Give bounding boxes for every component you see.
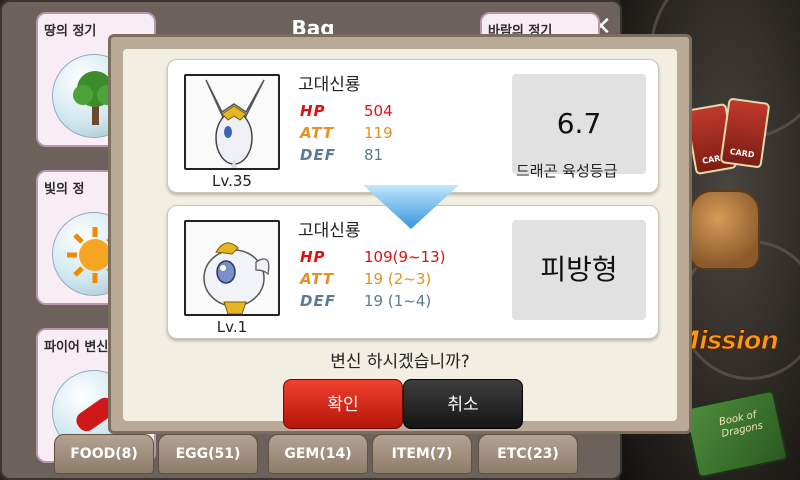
card-menu-button[interactable]: CARD CARD	[684, 97, 771, 180]
arrow-down-icon	[363, 185, 459, 229]
bag-tabs: FOOD(8) EGG(51) GEM(14) ITEM(7) ETC(23)	[54, 434, 584, 474]
current-dragon-card: Lv.35 고대신룡 HP 504 ATT 119 DEF 81 6.7 드래곤…	[167, 59, 659, 193]
dragon-type-box: 피방형	[512, 220, 646, 320]
tab-gem[interactable]: GEM(14)	[268, 434, 368, 474]
result-def: 19 (1~4)	[364, 292, 432, 310]
hp-label: HP	[300, 102, 326, 120]
tab-food[interactable]: FOOD(8)	[54, 434, 154, 474]
confirm-question: 변신 하시겠습니까?	[330, 352, 470, 372]
dragon-type-value: 피방형	[540, 253, 618, 286]
current-att: 119	[364, 124, 393, 142]
result-level: Lv.1	[216, 318, 248, 336]
def-label: DEF	[300, 292, 336, 310]
tab-etc[interactable]: ETC(23)	[478, 434, 578, 474]
def-label: DEF	[300, 146, 336, 164]
transform-dialog: Lv.35 고대신룡 HP 504 ATT 119 DEF 81 6.7 드래곤…	[108, 34, 692, 434]
book-label: Book of Dragons	[718, 409, 764, 440]
dialog-body: Lv.35 고대신룡 HP 504 ATT 119 DEF 81 6.7 드래곤…	[123, 49, 677, 429]
hp-label: HP	[300, 248, 326, 266]
att-label: ATT	[300, 124, 334, 142]
card-icon: CARD	[719, 97, 771, 169]
cancel-button[interactable]: 취소	[403, 379, 523, 429]
dragon-portrait	[184, 74, 280, 170]
backpack-icon[interactable]	[690, 190, 760, 270]
tab-egg[interactable]: EGG(51)	[158, 434, 258, 474]
result-att: 19 (2~3)	[364, 270, 432, 288]
item-name: 파이어 변신	[44, 340, 109, 355]
item-name: 빛의 정	[44, 182, 85, 197]
baby-dragon-portrait	[184, 220, 280, 316]
current-hp: 504	[364, 102, 393, 120]
result-hp: 109(9~13)	[364, 248, 446, 266]
att-label: ATT	[300, 270, 334, 288]
item-name: 땅의 정기	[44, 24, 97, 39]
growth-grade-label: 드래곤 육성등급	[516, 162, 618, 180]
current-def: 81	[364, 146, 384, 164]
growth-grade-value: 6.7	[556, 107, 602, 140]
tab-item[interactable]: ITEM(7)	[372, 434, 472, 474]
growth-grade-box: 6.7	[512, 74, 646, 174]
confirm-button[interactable]: 확인	[283, 379, 403, 429]
current-level: Lv.35	[212, 172, 252, 190]
current-dragon-name: 고대신룡	[298, 75, 361, 95]
result-dragon-name: 고대신룡	[298, 221, 361, 241]
